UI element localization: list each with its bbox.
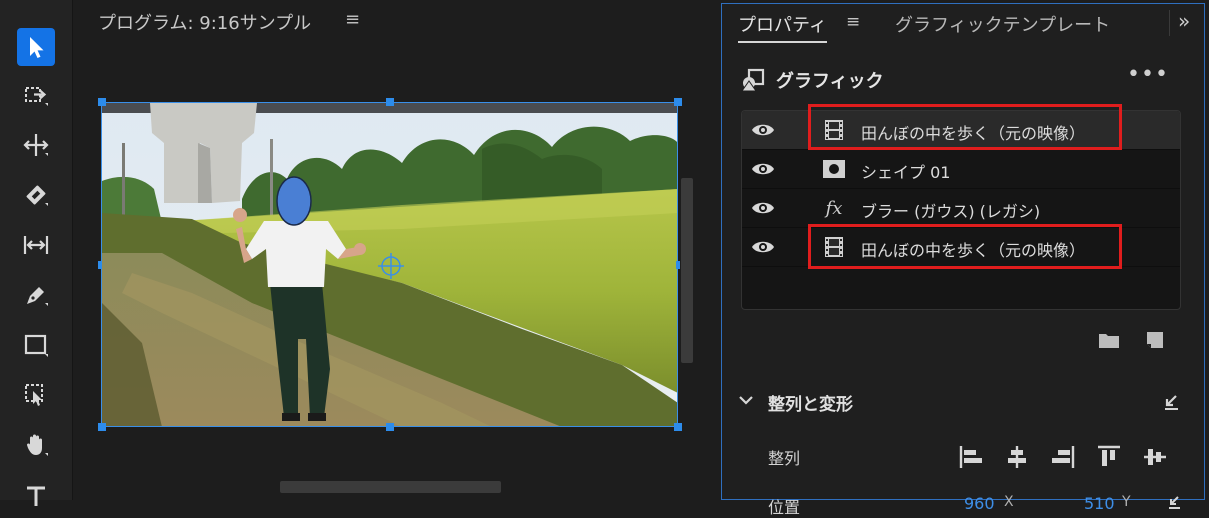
position-x-value[interactable]: 960 [964, 494, 995, 513]
new-group-folder-icon[interactable] [1098, 329, 1120, 351]
reset-position-icon[interactable] [1166, 494, 1182, 510]
align-right-icon[interactable] [1050, 444, 1076, 470]
layer-row[interactable]: 田んぼの中を歩く（元の映像） [742, 111, 1180, 150]
layer-list-actions [1098, 329, 1178, 353]
layer-row[interactable]: 田んぼの中を歩く（元の映像） [742, 228, 1180, 267]
layer-name: 田んぼの中を歩く（元の映像） [861, 124, 1086, 143]
align-top-icon[interactable] [1096, 444, 1122, 470]
visibility-eye-icon[interactable] [751, 159, 775, 179]
video-preview[interactable] [102, 103, 678, 427]
visibility-eye-icon[interactable] [751, 198, 775, 218]
transform-handle-top[interactable] [386, 98, 394, 106]
tab-graphic-templates[interactable]: グラフィックテンプレート [895, 11, 1110, 37]
position-x-unit: X [1004, 494, 1014, 510]
tab-properties[interactable]: プロパティ [738, 11, 827, 43]
transform-handle-bottom-right[interactable] [674, 423, 682, 431]
align-transform-section: 整列と変形 整列 位置 960 X 510 Y [738, 390, 1188, 517]
transform-handle-top-left[interactable] [98, 98, 106, 106]
video-clip-icon [822, 236, 846, 258]
visibility-eye-icon[interactable] [751, 237, 775, 257]
track-select-forward-icon[interactable] [17, 76, 55, 114]
shape-icon [822, 158, 846, 180]
selection-tool-icon[interactable] [17, 28, 55, 66]
layer-row[interactable]: シェイプ 01 [742, 150, 1180, 189]
horizontal-scrollbar[interactable] [280, 481, 501, 493]
tabs-divider [1169, 10, 1170, 36]
razor-icon[interactable] [17, 176, 55, 214]
layer-name: シェイプ 01 [861, 163, 951, 182]
position-label: 位置 [768, 498, 801, 517]
graphic-layer-list: 田んぼの中を歩く（元の映像） シェイプ 01 fx ブラー (ガウス) (レガシ… [741, 110, 1181, 310]
transform-handle-left[interactable] [98, 261, 102, 269]
graphic-header: グラフィック ••• [738, 62, 1178, 94]
ripple-edit-icon[interactable] [17, 126, 55, 164]
align-vertical-center-icon[interactable] [1142, 444, 1168, 470]
pen-icon[interactable] [17, 276, 55, 314]
vertical-scrollbar[interactable] [681, 178, 693, 363]
panel-tabs: プロパティ ≡ グラフィックテンプレート » [722, 4, 1204, 44]
auto-reframe-icon[interactable] [17, 376, 55, 414]
layer-name: 田んぼの中を歩く（元の映像） [861, 241, 1086, 260]
transform-handle-bottom-left[interactable] [98, 423, 106, 431]
chevron-down-icon[interactable] [738, 392, 754, 408]
visibility-eye-icon[interactable] [751, 120, 775, 140]
graphic-shapes-icon [741, 68, 765, 92]
video-clip-icon [822, 119, 846, 141]
transform-handle-top-right[interactable] [674, 98, 682, 106]
transform-handle-bottom[interactable] [386, 423, 394, 431]
properties-panel: プロパティ ≡ グラフィックテンプレート » グラフィック ••• 田んぼの中を… [721, 3, 1205, 517]
program-monitor-title[interactable]: プログラム: 9:16サンプル [98, 9, 311, 35]
layer-name: ブラー (ガウス) (レガシ) [861, 202, 1041, 221]
section-title[interactable]: 整列と変形 [768, 390, 853, 415]
graphic-title: グラフィック [776, 71, 884, 92]
more-options-icon[interactable]: ••• [1127, 62, 1169, 87]
transform-handle-right[interactable] [676, 261, 680, 269]
layer-row[interactable]: fx ブラー (ガウス) (レガシ) [742, 189, 1180, 228]
panel-menu-icon[interactable]: ≡ [846, 12, 860, 32]
program-menu-icon[interactable]: ≡ [345, 9, 360, 30]
type-icon[interactable] [17, 476, 55, 514]
align-left-icon[interactable] [958, 444, 984, 470]
new-layer-icon[interactable] [1144, 329, 1166, 351]
hand-icon[interactable] [17, 426, 55, 464]
position-y-unit: Y [1122, 494, 1131, 510]
tools-panel [0, 0, 73, 506]
fx-effect-icon: fx [825, 197, 843, 219]
program-monitor: プログラム: 9:16サンプル ≡ [80, 0, 712, 500]
align-horizontal-center-icon[interactable] [1004, 444, 1030, 470]
panel-overflow-icon[interactable]: » [1178, 9, 1190, 33]
align-label: 整列 [768, 449, 801, 468]
rectangle-icon[interactable] [17, 326, 55, 364]
position-y-value[interactable]: 510 [1084, 494, 1115, 513]
reset-icon[interactable] [1162, 393, 1180, 411]
slip-icon[interactable] [17, 226, 55, 264]
